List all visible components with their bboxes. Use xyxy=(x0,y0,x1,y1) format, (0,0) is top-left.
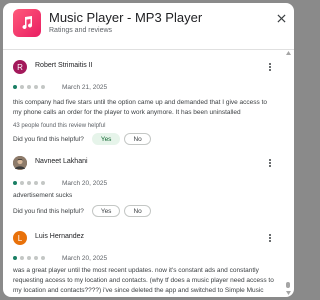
review-text: was a great player until the most recent… xyxy=(13,267,274,294)
helpful-question: Did you find this helpful? xyxy=(13,135,84,143)
review-item: Navneet Lakhani March 20, 2025 advertise… xyxy=(13,156,275,217)
star-filled-icon xyxy=(13,181,17,185)
star-empty-icon xyxy=(41,85,45,89)
person-photo-icon xyxy=(13,156,27,170)
helpful-yes-button[interactable]: Yes xyxy=(91,133,121,145)
arrow-up-icon xyxy=(285,51,291,55)
scroll-down-arrow[interactable] xyxy=(285,290,291,296)
star-empty-icon xyxy=(34,181,38,185)
helpful-row: Did you find this helpful? Yes No xyxy=(13,133,155,145)
review-date: March 21, 2025 xyxy=(62,83,108,91)
star-empty-icon xyxy=(41,181,45,185)
avatar xyxy=(13,156,27,170)
ratings-subtitle: Ratings and reviews xyxy=(49,27,113,34)
more-options-button[interactable] xyxy=(265,231,275,245)
reviews-dialog: Music Player - MP3 Player Ratings and re… xyxy=(3,3,294,297)
close-icon xyxy=(276,13,286,23)
star-empty-icon xyxy=(27,85,31,89)
review-item: L Luis Hernandez March 20, 2025 was a gr… xyxy=(13,231,275,297)
star-empty-icon xyxy=(20,181,24,185)
close-button[interactable] xyxy=(274,11,288,25)
scrollbar[interactable] xyxy=(285,50,291,297)
scroll-up-arrow[interactable] xyxy=(285,50,291,56)
star-rating: March 21, 2025 xyxy=(13,83,107,91)
dialog-header: Music Player - MP3 Player Ratings and re… xyxy=(3,3,294,43)
helpful-no-button[interactable]: No xyxy=(124,133,151,145)
star-empty-icon xyxy=(20,85,24,89)
helpful-yes-button[interactable]: Yes xyxy=(91,205,121,217)
star-rating: March 20, 2025 xyxy=(13,254,107,262)
app-icon xyxy=(13,9,41,37)
reviewer-name: Navneet Lakhani xyxy=(35,158,88,165)
star-empty-icon xyxy=(20,256,24,260)
helpful-question: Did you find this helpful? xyxy=(13,207,84,215)
avatar: L xyxy=(13,231,27,245)
reviews-list: R Robert Strimaitis II March 21, 2025 th… xyxy=(3,50,285,297)
review-item: R Robert Strimaitis II March 21, 2025 th… xyxy=(13,60,275,145)
star-filled-icon xyxy=(13,85,17,89)
review-date: March 20, 2025 xyxy=(62,254,108,262)
helpful-count: 43 people found this review helpful xyxy=(13,123,106,129)
star-rating: March 20, 2025 xyxy=(13,179,107,187)
star-filled-icon xyxy=(13,256,17,260)
star-empty-icon xyxy=(34,85,38,89)
more-options-button[interactable] xyxy=(265,60,275,74)
review-text: advertisement sucks xyxy=(13,192,73,199)
music-note-icon xyxy=(22,16,33,30)
star-empty-icon xyxy=(27,181,31,185)
review-text: this company had five stars until the op… xyxy=(13,99,268,116)
avatar: R xyxy=(13,60,27,74)
helpful-row: Did you find this helpful? Yes No xyxy=(13,205,155,217)
review-date: March 20, 2025 xyxy=(62,179,108,187)
scrollbar-thumb[interactable] xyxy=(286,282,290,288)
reviewer-name: Robert Strimaitis II xyxy=(35,62,93,69)
star-empty-icon xyxy=(27,256,31,260)
arrow-down-icon xyxy=(285,291,291,295)
more-options-button[interactable] xyxy=(265,156,275,170)
star-empty-icon xyxy=(41,256,45,260)
helpful-no-button[interactable]: No xyxy=(124,205,151,217)
reviewer-name: Luis Hernandez xyxy=(35,233,85,240)
star-empty-icon xyxy=(34,256,38,260)
app-title: Music Player - MP3 Player xyxy=(49,10,203,25)
